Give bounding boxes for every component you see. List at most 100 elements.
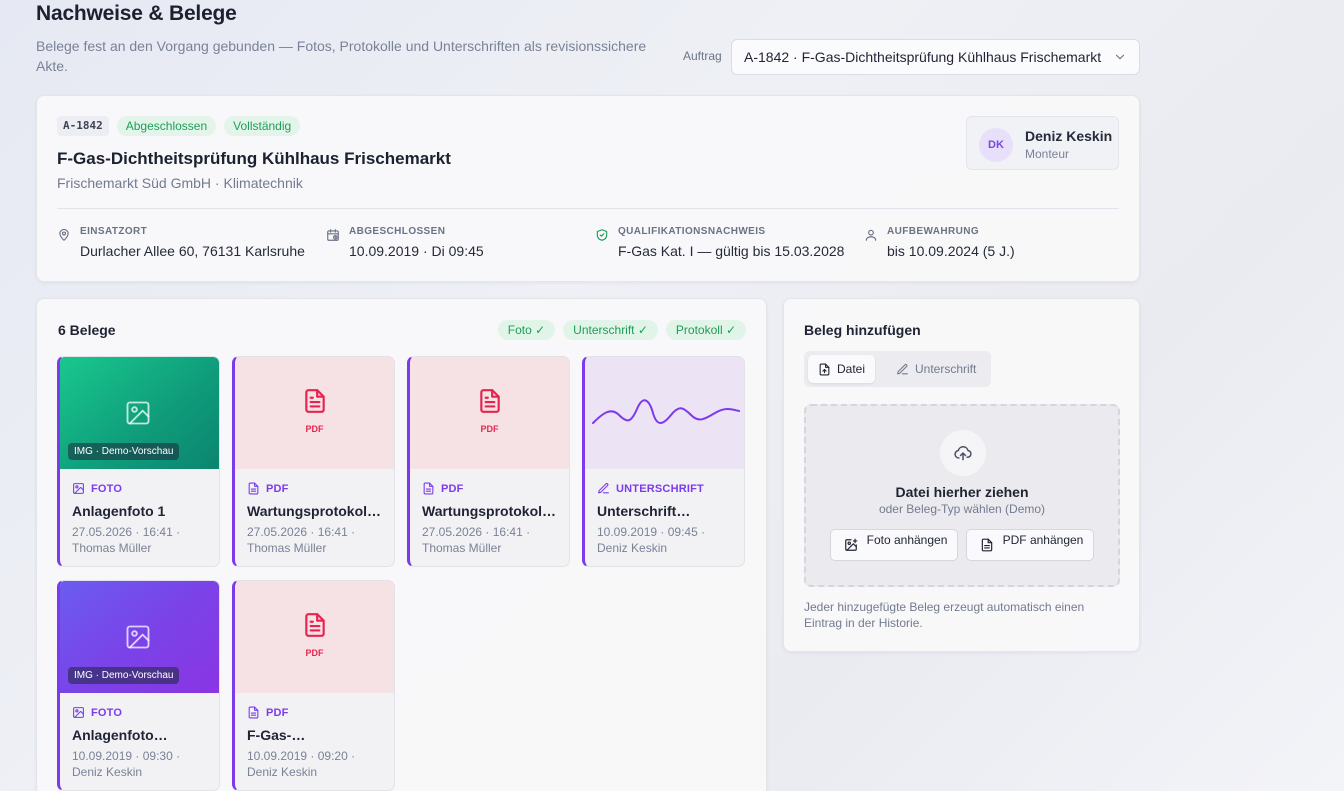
image-icon <box>126 625 150 649</box>
upload-icon-circle <box>940 430 986 476</box>
attach-pdf-button[interactable]: PDF anhängen <box>966 529 1094 561</box>
file-text-icon <box>981 538 993 552</box>
file-text-icon <box>423 482 434 495</box>
demo-preview-label: IMG · Demo-Vorschau <box>68 443 180 460</box>
beleg-kind: FOTO <box>72 706 122 719</box>
beleg-meta: 27.05.2026 · 16:41 · Thomas Müller <box>247 524 386 556</box>
beleg-tile[interactable]: PDF PDF Wartungsprotokoll… 27.05.2026 · … <box>407 356 570 567</box>
photo-thumbnail: IMG · Demo-Vorschau <box>60 581 219 693</box>
pdf-label: PDF <box>480 424 499 434</box>
status-badge: Abgeschlossen <box>116 116 217 136</box>
beleg-date: 10.09.2019 · 09:45 · <box>597 525 706 539</box>
beleg-kind-label: FOTO <box>91 706 123 719</box>
beleg-name: Wartungsprotokoll… <box>422 503 559 519</box>
auftrag-select[interactable]: A-1842 · F-Gas-Dichtheitsprüfung Kühlhau… <box>731 39 1140 75</box>
beleg-author: Thomas Müller <box>72 541 152 555</box>
beleg-tile[interactable]: PDF PDF F-Gas-… 10.09.2019 · 09:20 · Deni… <box>232 580 395 791</box>
pdf-label: PDF <box>305 648 324 658</box>
attach-photo-label: Foto anhängen <box>866 533 948 547</box>
beleg-tile[interactable]: IMG · Demo-Vorschau FOTO Anlagenfoto 1 2… <box>57 356 220 567</box>
completeness-badge: Vollständig <box>224 116 301 136</box>
map-pin-icon <box>59 228 69 241</box>
pdf-thumbnail: PDF <box>410 357 569 469</box>
file-text-icon <box>305 389 325 413</box>
beleg-name: Unterschrift… <box>597 503 691 519</box>
tab-datei-label: Datei <box>837 362 866 376</box>
beleg-tile[interactable]: PDF PDF Wartungsprotokoll… 27.05.2026 · … <box>232 356 395 567</box>
chevron-down-icon <box>1115 54 1125 60</box>
beleg-kind-label: UNTERSCHRIFT <box>616 482 704 495</box>
pdf-thumbnail: PDF <box>235 581 394 693</box>
photo-thumbnail: IMG · Demo-Vorschau <box>60 357 219 469</box>
image-icon <box>73 483 84 494</box>
dropzone-subtitle: oder Beleg-Typ wählen (Demo) <box>878 502 1046 516</box>
beleg-name: F-Gas-… <box>247 727 306 743</box>
shield-check-icon <box>596 229 608 241</box>
meta-value: F-Gas Kat. I — gültig bis 15.03.2028 <box>618 243 845 259</box>
pen-icon <box>598 483 609 494</box>
attach-photo-button[interactable]: Foto anhängen <box>830 529 958 561</box>
tab-datei[interactable]: Datei <box>808 355 876 383</box>
signature-thumbnail <box>585 357 744 469</box>
page: Nachweise & Belege Belege fest an den Vo… <box>36 0 1140 791</box>
auftrag-select-value: A-1842 · F-Gas-Dichtheitsprüfung Kühlhau… <box>744 49 1102 65</box>
beleg-date: 27.05.2026 · 16:41 · <box>72 525 181 539</box>
beleg-kind-label: FOTO <box>91 482 123 495</box>
beleg-kind-label: PDF <box>441 482 464 495</box>
beleg-meta: 10.09.2019 · 09:20 · Deniz Keskin <box>247 748 386 780</box>
meta-label: EINSATZORT <box>80 226 148 237</box>
tab-unterschrift-label: Unterschrift <box>915 362 977 376</box>
page-header: Nachweise & Belege Belege fest an den Vo… <box>36 0 1140 90</box>
technician-role: Monteur <box>1025 147 1070 161</box>
meta-label: QUALIFIKATIONSNACHWEIS <box>618 226 766 237</box>
meta-label: ABGESCHLOSSEN <box>349 226 446 237</box>
case-badges: A-1842 Abgeschlossen Vollständig <box>57 116 301 136</box>
page-title: Nachweise & Belege <box>36 2 237 25</box>
image-icon <box>73 707 84 718</box>
image-icon <box>126 401 150 425</box>
calendar-check-icon <box>327 229 339 241</box>
beleg-name: Anlagenfoto… <box>72 727 168 743</box>
file-text-icon <box>480 389 500 413</box>
beleg-meta: 10.09.2019 · 09:45 · Deniz Keskin <box>597 524 736 556</box>
dropzone-title: Datei hierher ziehen <box>895 484 1029 500</box>
divider <box>57 208 1119 209</box>
beleg-kind: PDF <box>247 706 289 719</box>
case-card: A-1842 Abgeschlossen Vollständig F-Gas-D… <box>36 95 1140 282</box>
beleg-tile[interactable]: UNTERSCHRIFT Unterschrift… 10.09.2019 · … <box>582 356 745 567</box>
tab-unterschrift[interactable]: Unterschrift <box>886 355 986 383</box>
beleg-kind: UNTERSCHRIFT <box>597 482 704 495</box>
technician-card[interactable]: DK Deniz Keskin Monteur <box>966 116 1119 170</box>
file-text-icon <box>248 482 259 495</box>
beleg-author: Deniz Keskin <box>597 541 668 555</box>
beleg-kind: PDF <box>247 482 289 495</box>
chip-protokoll: Protokoll ✓ <box>665 320 746 340</box>
beleg-meta: 27.05.2026 · 16:41 · Thomas Müller <box>72 524 211 556</box>
belege-heading: 6 Belege <box>58 322 116 338</box>
beleg-author: Deniz Keskin <box>72 765 143 779</box>
image-plus-icon <box>845 538 858 551</box>
demo-preview-label: IMG · Demo-Vorschau <box>68 667 180 684</box>
chip-foto: Foto ✓ <box>497 320 556 340</box>
add-beleg-panel: Beleg hinzufügen Datei Unterschrift Date… <box>783 298 1140 652</box>
attach-pdf-label: PDF anhängen <box>1002 533 1084 547</box>
pdf-thumbnail: PDF <box>235 357 394 469</box>
file-dropzone[interactable]: Datei hierher ziehen oder Beleg-Typ wähl… <box>804 404 1120 587</box>
file-upload-icon <box>819 363 830 375</box>
beleg-kind: FOTO <box>72 482 122 495</box>
beleg-meta: 27.05.2026 · 16:41 · Thomas Müller <box>422 524 561 556</box>
cloud-upload-icon <box>954 446 972 461</box>
add-beleg-heading: Beleg hinzufügen <box>804 322 921 338</box>
beleg-kind-label: PDF <box>266 482 289 495</box>
beleg-author: Thomas Müller <box>247 541 327 555</box>
add-mode-tabs: Datei Unterschrift <box>804 351 991 387</box>
beleg-name: Anlagenfoto 1 <box>72 503 166 519</box>
beleg-kind: PDF <box>422 482 464 495</box>
beleg-tile[interactable]: IMG · Demo-Vorschau FOTO Anlagenfoto… 10… <box>57 580 220 791</box>
belege-chips: Foto ✓ Unterschrift ✓ Protokoll ✓ <box>497 320 746 340</box>
meta-label: AUFBEWAHRUNG <box>887 226 980 237</box>
meta-value: Durlacher Allee 60, 76131 Karlsruhe <box>80 243 305 259</box>
file-text-icon <box>305 613 325 637</box>
signature-stroke <box>592 399 740 424</box>
beleg-date: 10.09.2019 · 09:20 · <box>247 749 356 763</box>
